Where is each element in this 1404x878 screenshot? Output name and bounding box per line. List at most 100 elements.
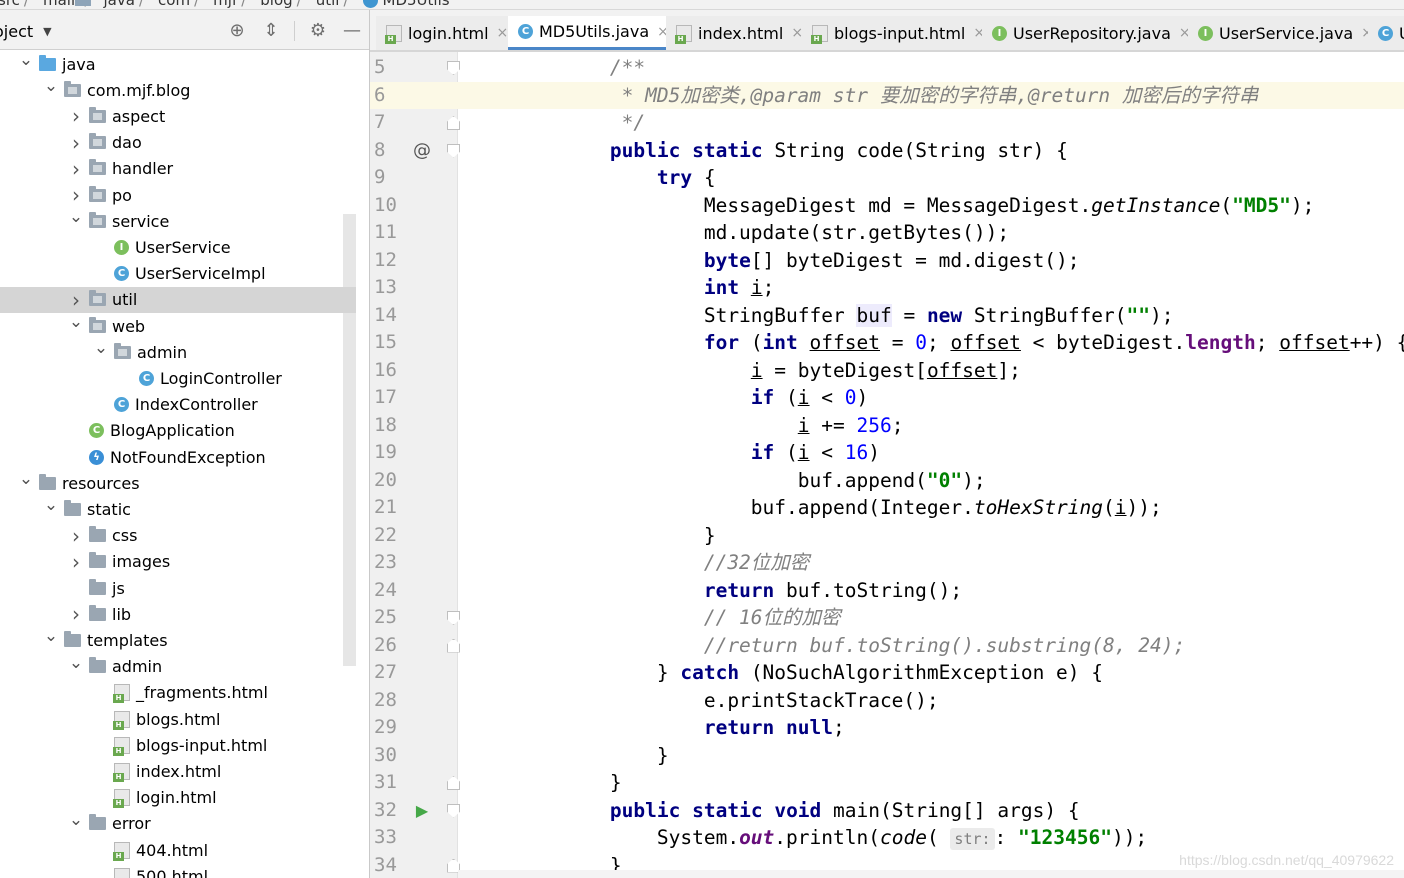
tab-md5utils-java[interactable]: C MD5Utils.java ×	[508, 16, 678, 50]
breadcrumb-item[interactable]: mjf /	[75, 0, 254, 9]
tab-blogs-input-html[interactable]: blogs-input.html×	[802, 16, 995, 50]
breadcrumb-item[interactable]: src /	[0, 0, 91, 9]
tree-item--fragments-html[interactable]: · _fragments.html	[0, 680, 356, 706]
breadcrumb-item[interactable]: blog /	[75, 0, 309, 9]
chevron-right-icon[interactable]: ›	[68, 288, 84, 312]
chevron-down-icon[interactable]: ⌄	[18, 471, 34, 488]
fold-toggle-icon[interactable]	[447, 632, 461, 659]
tree-item-css[interactable]: › css	[0, 523, 356, 549]
code-line[interactable]: 29 return null;	[370, 714, 1404, 741]
chevron-right-icon[interactable]: ›	[68, 131, 84, 155]
code-line[interactable]: 23 //32位加密	[370, 549, 1404, 576]
code-line[interactable]: 6 * MD5加密类,@param str 要加密的字符串,@return 加密…	[370, 81, 1404, 109]
code-line[interactable]: 25 // 16位的加密	[370, 604, 1404, 631]
tab-userrepository-java[interactable]: I UserRepository.java ×	[982, 16, 1200, 50]
chevron-down-icon[interactable]: ⌄	[93, 340, 109, 357]
code-line[interactable]: 13 int i;	[370, 274, 1404, 301]
tree-item-notfoundexception[interactable]: · ϟ NotFoundException	[0, 444, 356, 470]
code-line[interactable]: 28 e.printStackTrace();	[370, 687, 1404, 714]
tree-item-admin[interactable]: ⌄ admin	[0, 339, 356, 365]
tree-item-logincontroller[interactable]: · C LoginController	[0, 365, 356, 391]
code-line[interactable]: 33 System.out.println(code( str:: "12345…	[370, 824, 1404, 851]
tree-item-templates[interactable]: ⌄ templates	[0, 627, 356, 653]
tree-item-404-html[interactable]: · 404.html	[0, 837, 356, 863]
implementation-marker-icon[interactable]: @	[410, 137, 434, 164]
tab-userservice-java[interactable]: IUserService.java×	[1188, 16, 1382, 50]
tree-item-500-html[interactable]: · 500.html	[0, 863, 356, 878]
code-line[interactable]: 19 if (i < 16)	[370, 439, 1404, 466]
tree-item-js[interactable]: · js	[0, 575, 356, 601]
code-line[interactable]: 22 }	[370, 522, 1404, 549]
tree-item-indexcontroller[interactable]: · C IndexController	[0, 392, 356, 418]
tree-item-web[interactable]: ⌄ web	[0, 313, 356, 339]
tree-item-com-mjf-blog[interactable]: ⌄ com.mjf.blog	[0, 77, 356, 103]
fold-toggle-icon[interactable]	[447, 109, 461, 136]
tree-item-images[interactable]: › images	[0, 549, 356, 575]
collapse-all-icon[interactable]: ⇕	[260, 20, 282, 42]
code-line[interactable]: 30 }	[370, 742, 1404, 769]
chevron-right-icon[interactable]: ›	[68, 550, 84, 574]
chevron-right-icon[interactable]: ›	[68, 157, 84, 181]
code-line[interactable]: 15 for (int offset = 0; offset < byteDig…	[370, 329, 1404, 356]
tree-item-resources[interactable]: ⌄ resources	[0, 470, 356, 496]
fold-toggle-icon[interactable]	[447, 54, 461, 81]
chevron-down-icon[interactable]: ⌄	[68, 811, 84, 828]
code-line[interactable]: 16 i = byteDigest[offset];	[370, 357, 1404, 384]
tree-item-blogs-html[interactable]: · blogs.html	[0, 706, 356, 732]
chevron-down-icon[interactable]: ⌄	[18, 52, 34, 69]
code-line[interactable]: 31 }	[370, 769, 1404, 796]
hide-icon[interactable]: —	[341, 20, 363, 42]
tree-item-lib[interactable]: › lib	[0, 601, 356, 627]
chevron-right-icon[interactable]: ›	[68, 602, 84, 626]
chevron-down-icon[interactable]: ⌄	[43, 628, 59, 645]
tree-item-po[interactable]: › po	[0, 182, 356, 208]
code-line[interactable]: 14 StringBuffer buf = new StringBuffer("…	[370, 302, 1404, 329]
tree-item-userserviceimpl[interactable]: · C UserServiceImpl	[0, 261, 356, 287]
tree-item-blogapplication[interactable]: · C BlogApplication	[0, 418, 356, 444]
close-icon[interactable]: ×	[497, 25, 509, 41]
run-icon[interactable]: ▶	[410, 797, 434, 824]
horizontal-scrollbar[interactable]	[458, 870, 1404, 878]
tree-item-java[interactable]: ⌄ java	[0, 51, 356, 77]
code-line[interactable]: 24 return buf.toString();	[370, 577, 1404, 604]
code-line[interactable]: 21 buf.append(Integer.toHexString(i));	[370, 494, 1404, 521]
chevron-down-icon[interactable]: ⌄	[68, 209, 84, 226]
code-line[interactable]: 17 if (i < 0)	[370, 384, 1404, 411]
code-line[interactable]: 27 } catch (NoSuchAlgorithmException e) …	[370, 659, 1404, 686]
chevron-down-icon[interactable]: ⌄	[68, 654, 84, 671]
tree-item-util[interactable]: › util	[0, 286, 356, 313]
code-line[interactable]: 12 byte[] byteDigest = md.digest();	[370, 247, 1404, 274]
tree-item-service[interactable]: ⌄ service	[0, 208, 356, 234]
gear-icon[interactable]: ⚙	[307, 20, 329, 42]
fold-toggle-icon[interactable]	[447, 797, 461, 824]
chevron-right-icon[interactable]: ›	[68, 104, 84, 128]
breadcrumb-item[interactable]: util /	[75, 0, 357, 9]
tree-item-admin[interactable]: ⌄ admin	[0, 654, 356, 680]
breadcrumb-item[interactable]: MD5Utils	[362, 0, 450, 9]
code-editor[interactable]: 5 /** 6 * MD5加密类,@param str 要加密的字符串,@retu…	[370, 52, 1404, 878]
fold-toggle-icon[interactable]	[447, 604, 461, 631]
chevron-down-icon[interactable]: ⌄	[43, 78, 59, 95]
chevron-down-icon[interactable]: ⌄	[43, 497, 59, 514]
code-line[interactable]: 10 MessageDigest md = MessageDigest.getI…	[370, 192, 1404, 219]
tree-item-error[interactable]: ⌄ error	[0, 811, 356, 837]
code-line[interactable]: 7 */	[370, 109, 1404, 136]
fold-toggle-icon[interactable]	[447, 769, 461, 796]
chevron-down-icon[interactable]: ⌄	[68, 314, 84, 331]
chevron-right-icon[interactable]: ›	[68, 524, 84, 548]
tab-u[interactable]: CU	[1368, 16, 1404, 50]
code-line[interactable]: 9 try {	[370, 164, 1404, 191]
locate-icon[interactable]: ⊕	[226, 20, 248, 42]
breadcrumb-item[interactable]: java /	[75, 0, 153, 9]
code-line[interactable]: 20 buf.append("0");	[370, 467, 1404, 494]
tree-item-blogs-input-html[interactable]: · blogs-input.html	[0, 732, 356, 758]
tree-item-login-html[interactable]: · login.html	[0, 785, 356, 811]
code-line[interactable]: 5 /**	[370, 54, 1404, 81]
tab-login-html[interactable]: login.html ×	[376, 16, 518, 50]
tree-item-handler[interactable]: › handler	[0, 156, 356, 182]
tab-index-html[interactable]: index.html×	[666, 16, 813, 50]
code-line[interactable]: 32 ▶ public static void main(String[] arg…	[370, 797, 1404, 824]
tree-item-aspect[interactable]: › aspect	[0, 103, 356, 129]
tree-item-index-html[interactable]: · index.html	[0, 758, 356, 784]
code-line[interactable]: 26 //return buf.toString().substring(8, …	[370, 632, 1404, 659]
